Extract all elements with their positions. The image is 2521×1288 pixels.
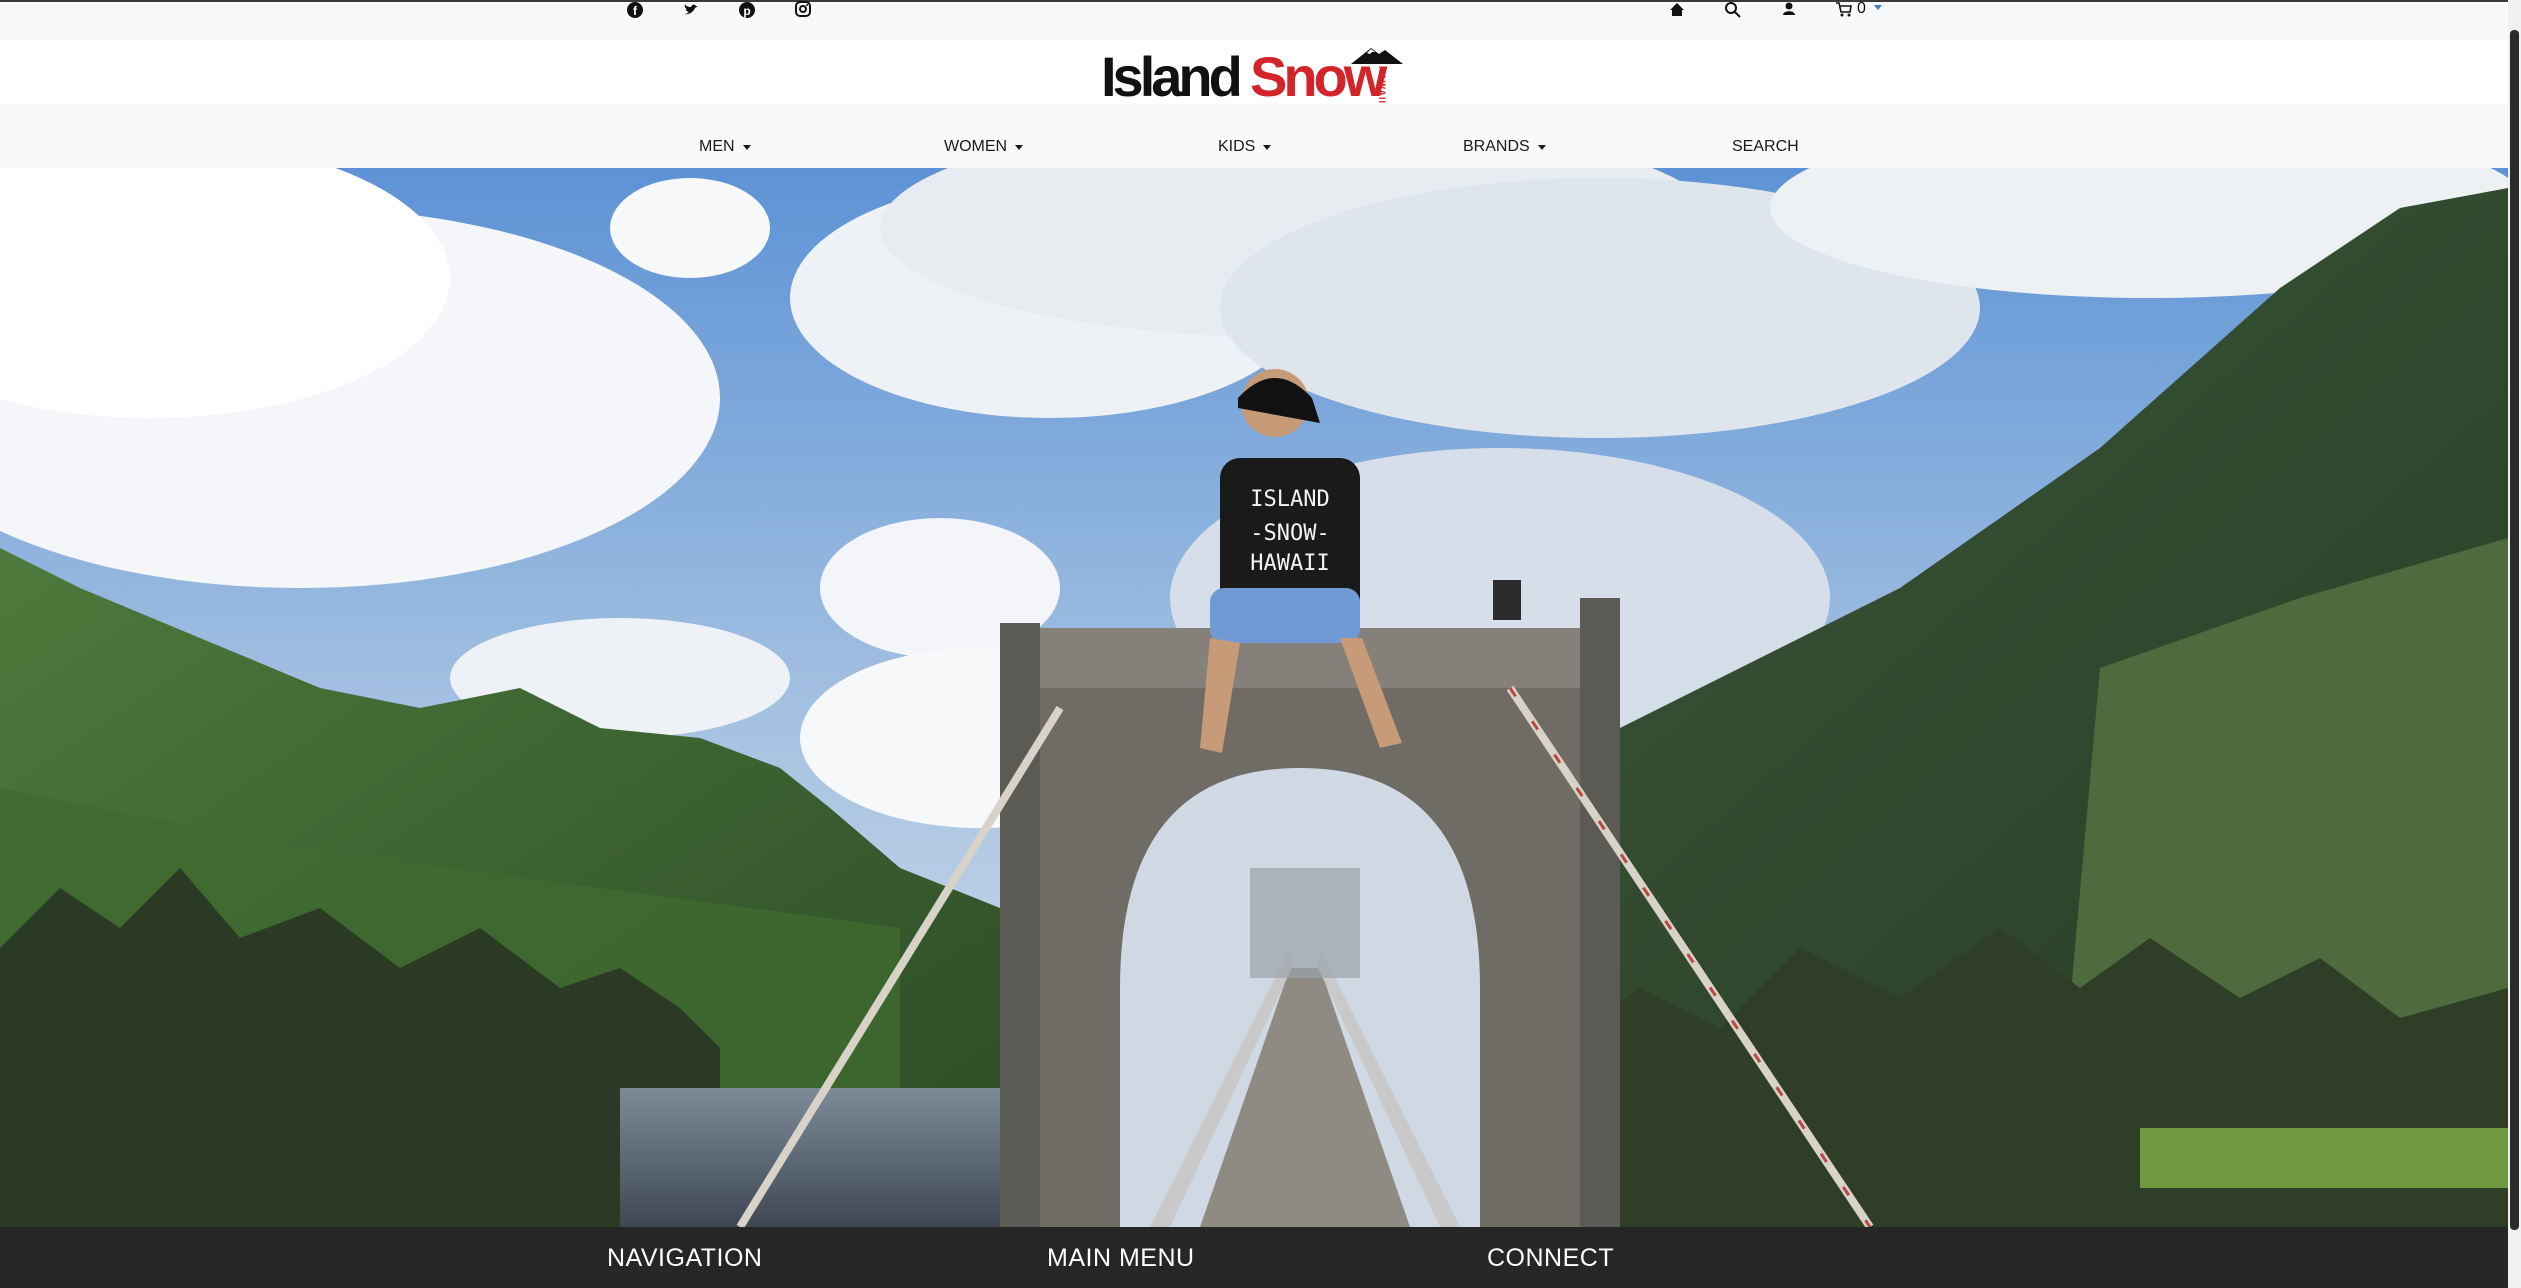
nav-item-label: MEN — [699, 138, 735, 155]
scrollbar-thumb[interactable] — [2510, 30, 2519, 1230]
pinterest-icon[interactable]: p — [737, 0, 757, 20]
hero-banner: ISLAND -SNOW- HAWAII — [0, 168, 2508, 1227]
nav-item-men[interactable]: MEN — [699, 138, 751, 156]
user-icon[interactable] — [1779, 0, 1799, 20]
home-icon[interactable] — [1667, 0, 1687, 20]
facebook-icon[interactable]: f — [625, 0, 645, 20]
mountain-logo-icon — [1351, 48, 1403, 64]
cart-count[interactable]: 0 — [1857, 0, 1866, 18]
nav-item-search[interactable]: SEARCH — [1732, 138, 1799, 156]
search-icon[interactable] — [1723, 0, 1743, 20]
nav-item-label: KIDS — [1218, 138, 1256, 155]
footer — [0, 1227, 2508, 1288]
dropdown-caret-icon — [1263, 144, 1272, 150]
site-logo[interactable]: Island Snow HAWAII — [1101, 44, 1411, 110]
nav-item-women[interactable]: WOMEN — [944, 138, 1024, 156]
dropdown-caret-icon — [1537, 144, 1546, 150]
footer-heading-connect: CONNECT — [1487, 1244, 1615, 1272]
shirt-text-line1: ISLAND — [1250, 487, 1329, 512]
hero-image: ISLAND -SNOW- HAWAII — [0, 168, 2508, 1227]
top-utility-bar — [0, 0, 2508, 40]
main-navbar — [0, 104, 2508, 168]
nav-item-label: SEARCH — [1732, 138, 1799, 155]
instagram-icon[interactable] — [793, 0, 813, 20]
logo-text-island: Island — [1101, 45, 1243, 108]
cart-dropdown-caret-icon[interactable] — [1874, 5, 1882, 10]
footer-heading-navigation: NAVIGATION — [607, 1244, 763, 1272]
dropdown-caret-icon — [1015, 144, 1024, 150]
footer-heading-main-menu: MAIN MENU — [1047, 1244, 1195, 1272]
nav-item-brands[interactable]: BRANDS — [1463, 138, 1546, 156]
dropdown-caret-icon — [742, 144, 751, 150]
twitter-icon[interactable] — [681, 0, 701, 20]
shirt-text-line3: HAWAII — [1250, 551, 1329, 576]
nav-item-label: BRANDS — [1463, 138, 1530, 155]
svg-text:p: p — [743, 4, 750, 18]
cart-icon[interactable] — [1834, 0, 1854, 20]
logo-tagline: HAWAII — [1377, 66, 1387, 105]
shirt-text-line2: -SNOW- — [1250, 521, 1329, 546]
nav-item-kids[interactable]: KIDS — [1218, 138, 1272, 156]
nav-item-label: WOMEN — [944, 138, 1008, 155]
